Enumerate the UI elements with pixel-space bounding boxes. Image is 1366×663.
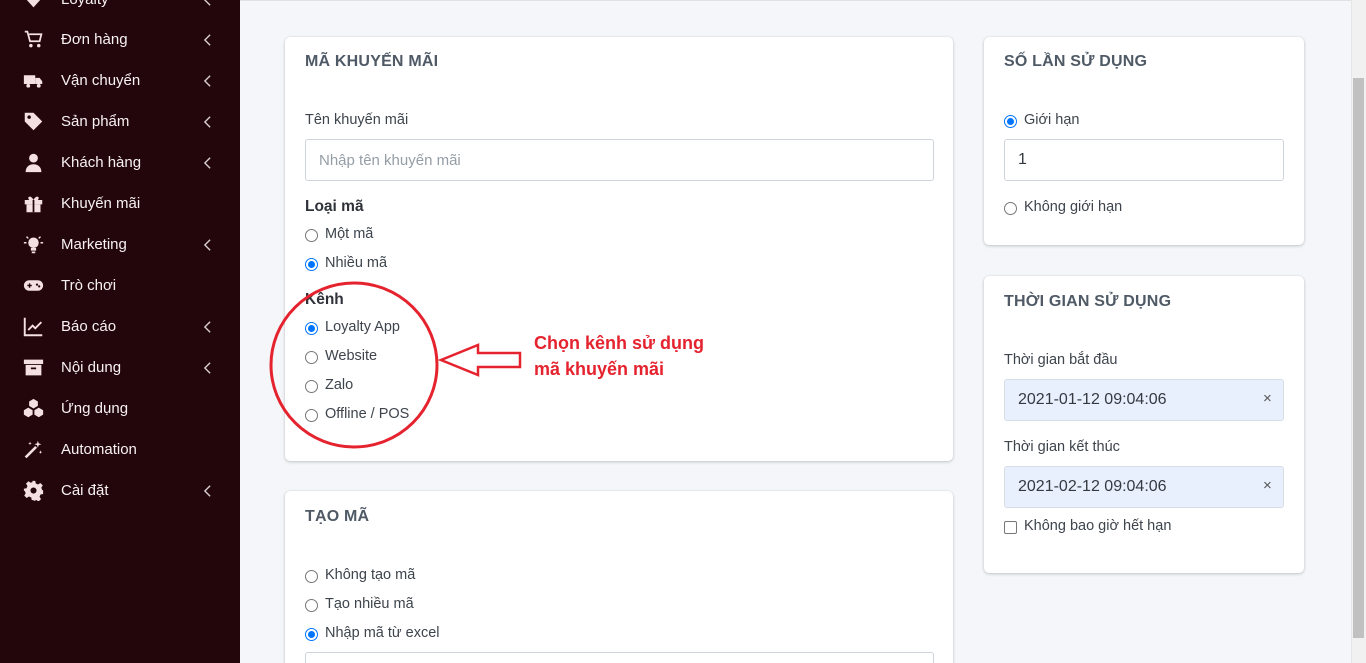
archive-icon [22, 357, 44, 379]
create-option-label: Không tạo mã [325, 567, 416, 583]
code-type-multi-radio[interactable] [305, 258, 318, 271]
limit-label: Giới hạn [1024, 112, 1080, 128]
create-card-title: TẠO MÃ [305, 508, 370, 525]
cubes-icon [22, 398, 44, 420]
channel-website-radio[interactable] [305, 351, 318, 364]
chevron-left-icon [203, 156, 213, 170]
chevron-left-icon [203, 238, 213, 252]
code-type-option-label: Một mã [325, 226, 374, 242]
create-many-radio[interactable] [305, 599, 318, 612]
cart-icon [22, 29, 44, 51]
chart-line-icon [22, 316, 44, 338]
sidebar-item-shipping[interactable]: Vận chuyển [0, 60, 240, 101]
chevron-left-icon [203, 320, 213, 334]
create-option-label: Nhập mã từ excel [325, 625, 440, 641]
annotation-text: Chọn kênh sử dụng mã khuyến mãi [534, 330, 704, 382]
excel-file-input[interactable] [305, 652, 934, 663]
sidebar-item-label: Nội dung [61, 359, 122, 376]
truck-icon [22, 70, 44, 92]
promo-name-input[interactable]: Nhập tên khuyến mãi [305, 139, 934, 181]
sidebar-item-label: Ứng dụng [61, 400, 129, 417]
clear-end-time-icon[interactable]: × [1263, 477, 1272, 494]
channel-option-label: Loyalty App [325, 319, 400, 335]
no-create-radio[interactable] [305, 570, 318, 583]
code-type-label: Loại mã [305, 198, 364, 215]
create-option-label: Tạo nhiều mã [325, 596, 414, 612]
sidebar-item-content[interactable]: Nội dung [0, 347, 240, 388]
chevron-left-icon [203, 74, 213, 88]
magic-wand-icon [22, 439, 44, 461]
channel-option-label: Offline / POS [325, 406, 410, 422]
promo-card-title: MÃ KHUYẾN MÃI [305, 53, 439, 70]
sidebar-item-orders[interactable]: Đơn hàng [0, 19, 240, 60]
sidebar-item-label: Marketing [61, 236, 127, 253]
start-time-label: Thời gian bắt đầu [1004, 352, 1118, 368]
sidebar-item-label: Cài đặt [61, 482, 109, 499]
sidebar-item-products[interactable]: Sản phẩm [0, 101, 240, 142]
end-time-input[interactable]: 2021-02-12 09:04:06 [1004, 466, 1284, 508]
user-icon [22, 152, 44, 174]
code-type-single-radio[interactable] [305, 229, 318, 242]
chevron-left-icon [203, 33, 213, 47]
diamond-icon [22, 0, 44, 11]
sidebar-item-label: Khuyến mãi [61, 195, 141, 212]
channel-label: Kênh [305, 291, 344, 308]
clear-start-time-icon[interactable]: × [1263, 390, 1272, 407]
sidebar-item-label: Automation [61, 441, 137, 458]
import-excel-radio[interactable] [305, 628, 318, 641]
gear-icon [22, 480, 44, 502]
tag-icon [22, 111, 44, 133]
chevron-left-icon [203, 0, 213, 7]
time-card-title: THỜI GIAN SỬ DỤNG [1004, 293, 1172, 310]
annotation-line-1: Chọn kênh sử dụng [534, 333, 705, 353]
promo-name-label: Tên khuyến mãi [305, 112, 409, 128]
channel-offline-pos-radio[interactable] [305, 409, 318, 422]
annotation-line-2: mã khuyến mãi [534, 359, 665, 379]
chevron-left-icon [203, 115, 213, 129]
sidebar-item-marketing[interactable]: Marketing [0, 224, 240, 265]
sidebar-item-label: Loyalty [61, 0, 109, 8]
never-expire-checkbox[interactable] [1004, 521, 1017, 534]
sidebar-item-label: Báo cáo [61, 318, 117, 335]
limit-value-input[interactable]: 1 [1004, 139, 1284, 181]
sidebar-item-games[interactable]: Trò chơi [0, 265, 240, 306]
sidebar-item-customers[interactable]: Khách hàng [0, 142, 240, 183]
sidebar-item-automation[interactable]: Automation [0, 429, 240, 470]
channel-zalo-radio[interactable] [305, 380, 318, 393]
promo-code-card [285, 37, 953, 461]
sidebar-item-label: Khách hàng [61, 154, 142, 171]
channel-option-label: Website [325, 348, 378, 364]
sidebar-item-promotions[interactable]: Khuyến mãi [0, 183, 240, 224]
lightbulb-icon [22, 234, 44, 256]
code-type-option-label: Nhiều mã [325, 255, 388, 271]
sidebar-item-settings[interactable]: Cài đặt [0, 470, 240, 511]
chevron-left-icon [203, 361, 213, 375]
sidebar: Loyalty Đơn hàng Vận chuyển Sản phẩm Khá… [0, 0, 240, 663]
gift-icon [22, 193, 44, 215]
never-expire-label: Không bao giờ hết hạn [1024, 518, 1172, 534]
chevron-left-icon [203, 484, 213, 498]
sidebar-item-label: Đơn hàng [61, 31, 128, 48]
sidebar-item-loyalty[interactable]: Loyalty [0, 0, 240, 20]
sidebar-item-apps[interactable]: Ứng dụng [0, 388, 240, 429]
gamepad-icon [22, 275, 44, 297]
usage-card-title: SỐ LẦN SỬ DỤNG [1004, 53, 1148, 70]
channel-option-label: Zalo [325, 377, 354, 393]
scrollbar-thumb[interactable] [1353, 78, 1364, 638]
sidebar-item-label: Trò chơi [61, 277, 117, 294]
sidebar-item-label: Sản phẩm [61, 113, 130, 130]
channel-loyalty-app-radio[interactable] [305, 322, 318, 335]
limit-radio[interactable] [1004, 115, 1017, 128]
sidebar-item-label: Vận chuyển [61, 72, 141, 89]
sidebar-item-reports[interactable]: Báo cáo [0, 306, 240, 347]
start-time-input[interactable]: 2021-01-12 09:04:06 [1004, 379, 1284, 421]
end-time-label: Thời gian kết thúc [1004, 439, 1120, 455]
unlimited-label: Không giới hạn [1024, 199, 1123, 215]
unlimited-radio[interactable] [1004, 202, 1017, 215]
